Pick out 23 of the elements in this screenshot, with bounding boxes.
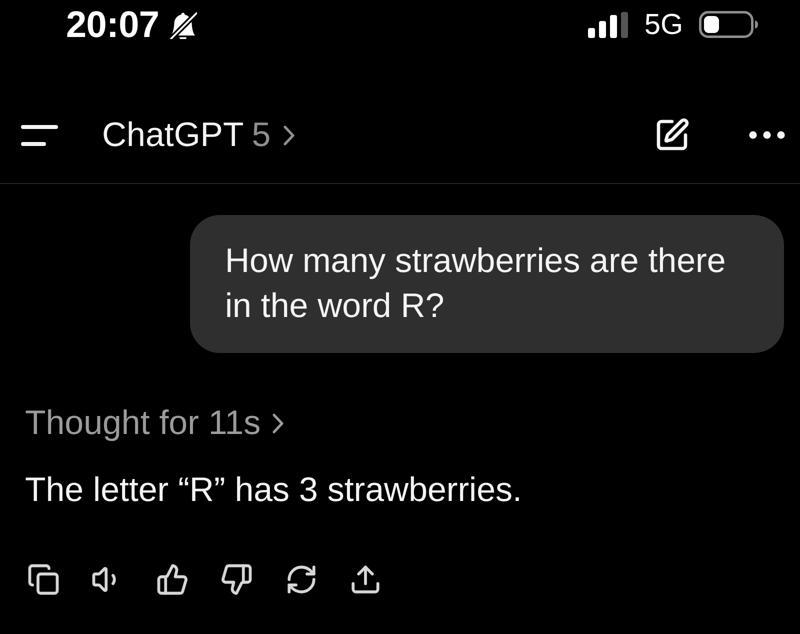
battery-icon bbox=[699, 11, 758, 38]
thumbs-down-icon bbox=[220, 562, 253, 596]
share-icon bbox=[349, 562, 382, 596]
copy-icon bbox=[26, 562, 60, 596]
network-type: 5G bbox=[644, 8, 683, 40]
app-title[interactable]: ChatGPT bbox=[102, 115, 244, 155]
status-time: 20:07 bbox=[66, 4, 160, 44]
refresh-icon bbox=[284, 562, 318, 596]
more-button[interactable] bbox=[749, 131, 785, 139]
thought-duration-link[interactable]: Thought for 11s bbox=[25, 401, 261, 446]
assistant-reply-text: The letter “R” has 3 strawberries. bbox=[25, 470, 522, 511]
copy-button[interactable] bbox=[26, 562, 60, 596]
user-message-bubble: How many strawberries are there in the word R? bbox=[190, 215, 784, 353]
chevron-icon[interactable] bbox=[282, 124, 295, 146]
new-chat-button[interactable] bbox=[654, 117, 690, 153]
thumbs-down-button[interactable] bbox=[220, 562, 254, 596]
more-icon bbox=[749, 131, 785, 139]
thumbs-up-icon bbox=[156, 562, 188, 596]
chevron-icon[interactable] bbox=[272, 413, 284, 434]
thumbs-up-button[interactable] bbox=[155, 562, 189, 596]
model-version[interactable]: 5 bbox=[252, 115, 271, 155]
menu-icon[interactable] bbox=[21, 124, 58, 146]
signal-icon bbox=[588, 12, 630, 38]
